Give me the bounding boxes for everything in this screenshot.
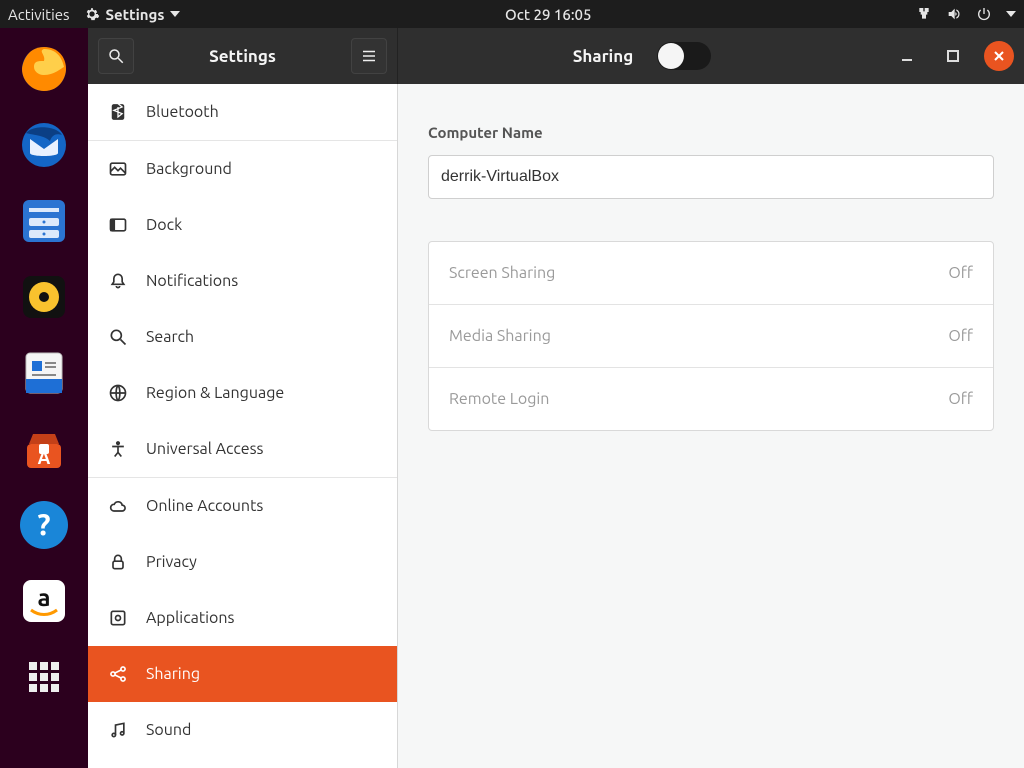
svg-text:A: A bbox=[38, 448, 51, 468]
sidebar-item-label: Universal Access bbox=[146, 440, 264, 458]
share-icon bbox=[108, 664, 128, 684]
row-label: Remote Login bbox=[449, 390, 549, 408]
app-menu[interactable]: Settings bbox=[84, 6, 181, 23]
computer-name-label: Computer Name bbox=[428, 124, 994, 141]
sidebar-item-label: Privacy bbox=[146, 553, 197, 571]
close-icon bbox=[992, 49, 1006, 63]
gear-icon bbox=[108, 608, 128, 628]
svg-text:a: a bbox=[37, 584, 50, 611]
sidebar-item-label: Sound bbox=[146, 721, 191, 739]
sidebar-item-sharing[interactable]: Sharing bbox=[88, 646, 397, 702]
system-tray[interactable] bbox=[916, 6, 1016, 22]
menu-icon bbox=[360, 47, 378, 65]
sidebar-item-label: Region & Language bbox=[146, 384, 284, 402]
row-remote-login[interactable]: Remote Login Off bbox=[429, 367, 993, 430]
activities-button[interactable]: Activities bbox=[8, 6, 70, 23]
dock-icon bbox=[108, 215, 128, 235]
bell-icon bbox=[108, 271, 128, 291]
sidebar-item-privacy[interactable]: Privacy bbox=[88, 534, 397, 590]
window-maximize-button[interactable] bbox=[938, 41, 968, 71]
sidebar-item-label: Bluetooth bbox=[146, 103, 219, 121]
maximize-icon bbox=[946, 49, 960, 63]
background-icon bbox=[108, 159, 128, 179]
volume-icon bbox=[946, 6, 962, 22]
sidebar-item-label: Background bbox=[146, 160, 232, 178]
sidebar-item-label: Applications bbox=[146, 609, 234, 627]
sidebar-item-search[interactable]: Search bbox=[88, 309, 397, 365]
dock-writer[interactable] bbox=[15, 344, 73, 402]
sidebar-item-label: Notifications bbox=[146, 272, 238, 290]
sidebar-item-label: Search bbox=[146, 328, 194, 346]
sidebar-title: Settings bbox=[134, 47, 351, 66]
settings-content: Computer Name Screen Sharing Off Media S… bbox=[398, 84, 1024, 768]
computer-name-input[interactable] bbox=[428, 155, 994, 199]
sidebar-item-label: Online Accounts bbox=[146, 497, 263, 515]
svg-text:?: ? bbox=[37, 507, 50, 541]
search-icon bbox=[107, 47, 125, 65]
sharing-master-toggle[interactable] bbox=[657, 42, 711, 70]
dock-amazon[interactable]: a bbox=[15, 572, 73, 630]
dock-thunderbird[interactable] bbox=[15, 116, 73, 174]
bluetooth-icon bbox=[108, 102, 128, 122]
ubuntu-dock: A ? a bbox=[0, 28, 88, 768]
dock-software[interactable]: A bbox=[15, 420, 73, 478]
row-label: Screen Sharing bbox=[449, 264, 555, 282]
dock-show-apps[interactable] bbox=[15, 648, 73, 706]
dock-help[interactable]: ? bbox=[15, 496, 73, 554]
row-media-sharing[interactable]: Media Sharing Off bbox=[429, 304, 993, 367]
sidebar-item-universal-access[interactable]: Universal Access bbox=[88, 421, 397, 477]
window-close-button[interactable] bbox=[984, 41, 1014, 71]
sharing-options-list: Screen Sharing Off Media Sharing Off Rem… bbox=[428, 241, 994, 431]
sidebar-item-online-accounts[interactable]: Online Accounts bbox=[88, 478, 397, 534]
gear-icon bbox=[84, 6, 100, 22]
dock-rhythmbox[interactable] bbox=[15, 268, 73, 326]
sidebar-search-button[interactable] bbox=[98, 38, 134, 74]
accessibility-icon bbox=[108, 439, 128, 459]
minimize-icon bbox=[900, 49, 914, 63]
dock-firefox[interactable] bbox=[15, 40, 73, 98]
settings-window: Settings Sharing Bluetooth bbox=[88, 28, 1024, 768]
sidebar-item-notifications[interactable]: Notifications bbox=[88, 253, 397, 309]
sidebar-item-bluetooth[interactable]: Bluetooth bbox=[88, 84, 397, 140]
gnome-top-panel: Activities Settings Oct 29 16:05 bbox=[0, 0, 1024, 28]
chevron-down-icon bbox=[1006, 11, 1016, 17]
row-status: Off bbox=[948, 327, 973, 345]
sidebar-item-background[interactable]: Background bbox=[88, 141, 397, 197]
app-menu-label: Settings bbox=[106, 6, 165, 23]
clock[interactable]: Oct 29 16:05 bbox=[180, 6, 916, 23]
row-status: Off bbox=[948, 390, 973, 408]
power-icon bbox=[976, 6, 992, 22]
row-label: Media Sharing bbox=[449, 327, 551, 345]
window-minimize-button[interactable] bbox=[892, 41, 922, 71]
lock-icon bbox=[108, 552, 128, 572]
network-icon bbox=[916, 6, 932, 22]
row-screen-sharing[interactable]: Screen Sharing Off bbox=[429, 242, 993, 304]
sidebar-item-region[interactable]: Region & Language bbox=[88, 365, 397, 421]
sidebar-item-sound[interactable]: Sound bbox=[88, 702, 397, 758]
music-icon bbox=[108, 720, 128, 740]
chevron-down-icon bbox=[170, 11, 180, 17]
row-status: Off bbox=[948, 264, 973, 282]
header-title: Sharing bbox=[573, 47, 634, 66]
settings-sidebar: Bluetooth Background Dock Notifications … bbox=[88, 84, 398, 768]
sidebar-item-label: Sharing bbox=[146, 665, 200, 683]
sidebar-item-dock[interactable]: Dock bbox=[88, 197, 397, 253]
hamburger-button[interactable] bbox=[351, 38, 387, 74]
sidebar-item-applications[interactable]: Applications bbox=[88, 590, 397, 646]
cloud-icon bbox=[108, 496, 128, 516]
sidebar-item-label: Dock bbox=[146, 216, 182, 234]
dock-files[interactable] bbox=[15, 192, 73, 250]
window-header: Settings Sharing bbox=[88, 28, 1024, 84]
globe-icon bbox=[108, 383, 128, 403]
search-icon bbox=[108, 327, 128, 347]
